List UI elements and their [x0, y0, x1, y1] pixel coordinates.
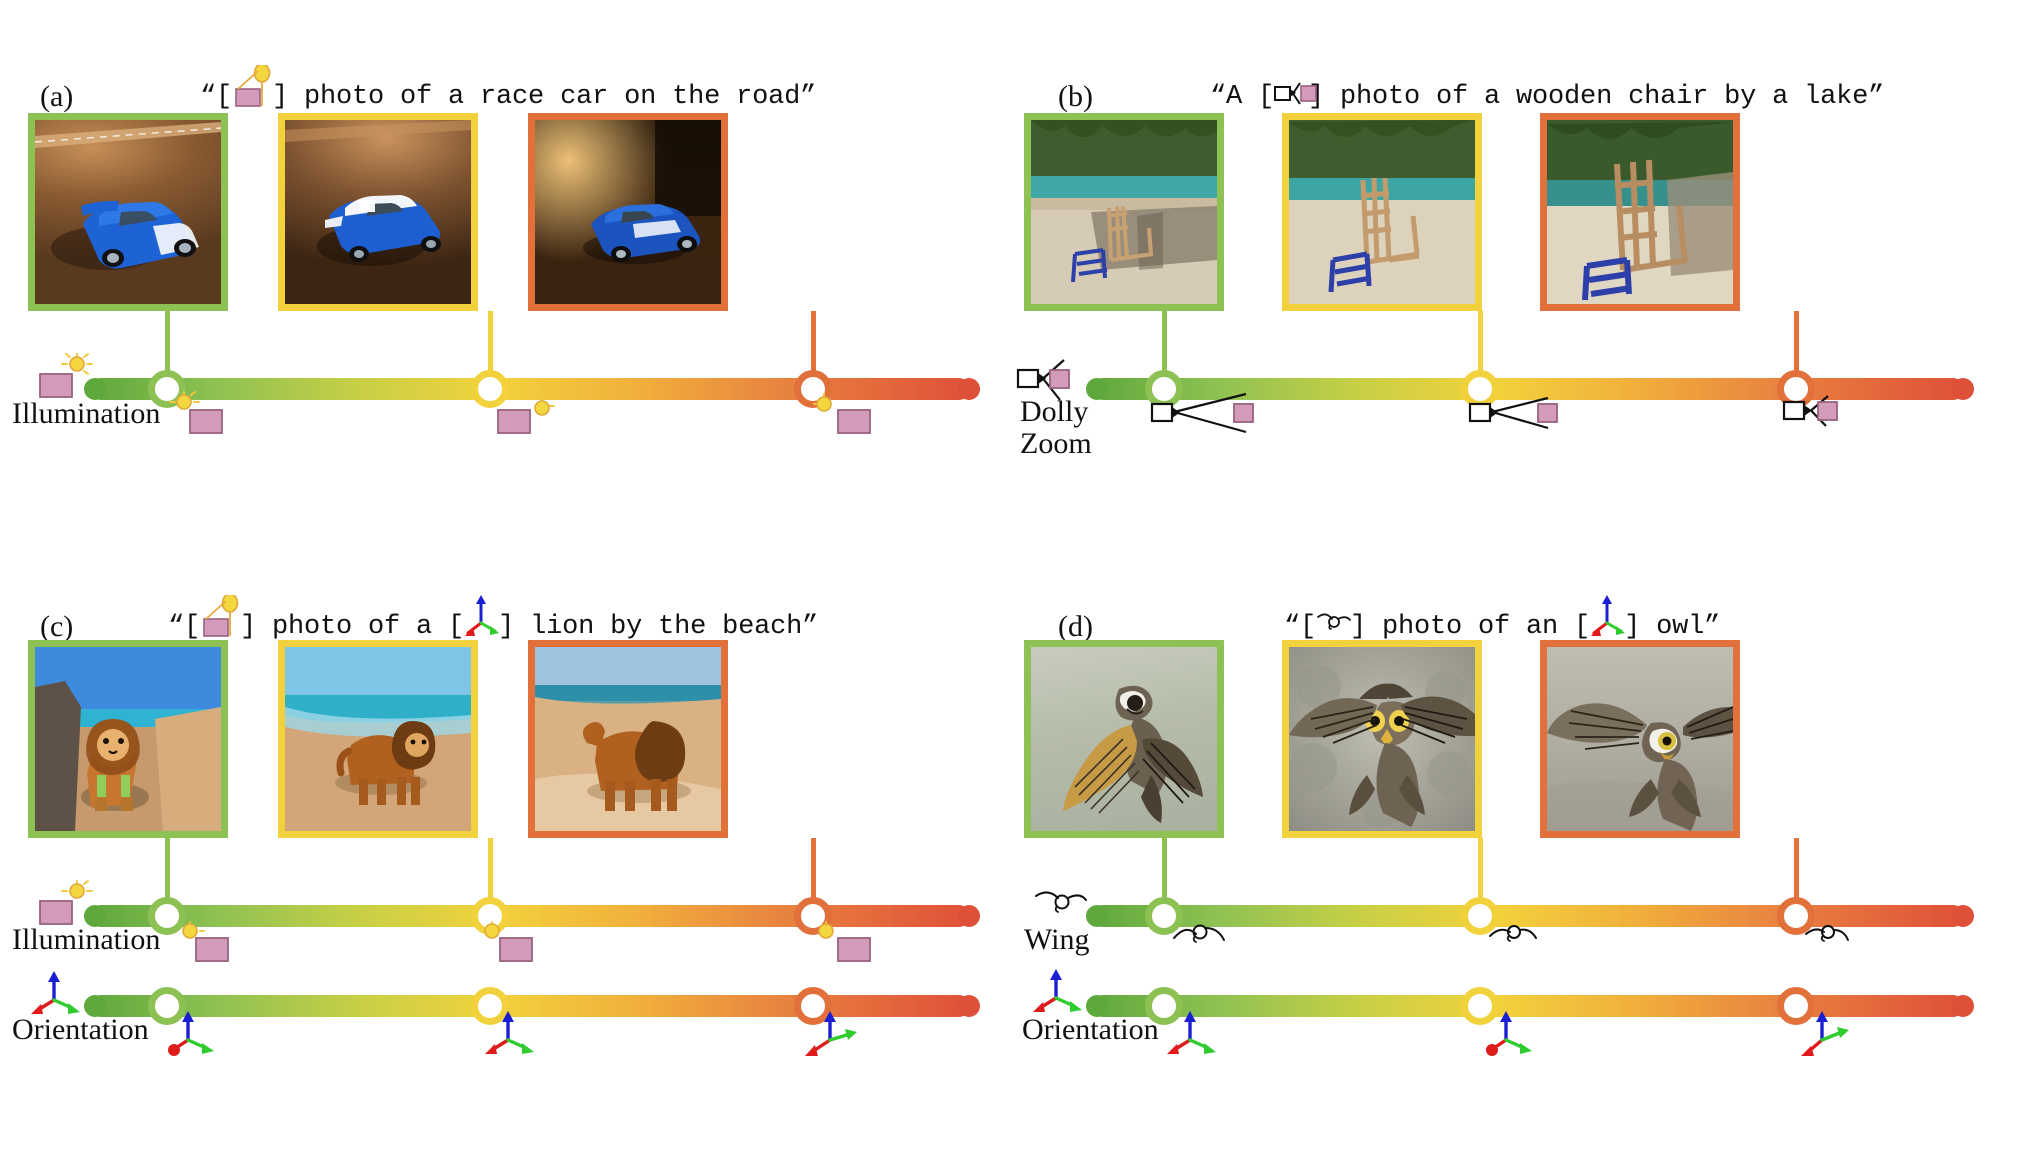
panel-d-image-2	[1282, 640, 1482, 838]
camera-frustum-icon-node2	[1468, 392, 1578, 438]
sun-plane-icon-node2	[478, 920, 540, 968]
panel-a-image-1	[28, 113, 228, 311]
sun-plane-icon-node3	[812, 920, 882, 968]
xyz-axes-icon-node3	[800, 1008, 862, 1060]
caption-text-before: “A [	[1210, 82, 1275, 112]
caption-text-mid: ] photo of a [	[240, 612, 465, 642]
caption-text-mid: ] photo of an [	[1350, 612, 1591, 642]
panel-b-image-2	[1282, 113, 1482, 311]
figure-root: (a) “[ ] photo of a race car on the road…	[0, 0, 2026, 1154]
panel-b-letter: (b)	[1058, 80, 1093, 113]
xyz-axes-icon-left	[1026, 966, 1088, 1018]
panel-c: (c) “[ ] photo of a [ ] lion by the beac…	[0, 568, 1010, 1154]
illumination-token-icon	[200, 594, 240, 639]
panel-a: (a) “[ ] photo of a race car on the road…	[0, 0, 1010, 450]
illumination-token-icon	[232, 64, 272, 109]
panel-c-orient-end-dot	[958, 995, 980, 1017]
wing-flap-icon-node3	[1804, 920, 1860, 952]
wing-flap-icon-node1	[1172, 920, 1232, 954]
camera-frustum-icon-node1	[1150, 392, 1280, 438]
panel-b-image-3	[1540, 113, 1740, 311]
panel-c-image-3	[528, 640, 728, 838]
panel-a-caption: “[ ] photo of a race car on the road”	[200, 64, 817, 112]
panel-b-axis-end-dot	[1952, 378, 1974, 400]
sun-plane-icon-node1	[176, 920, 238, 968]
xyz-axes-icon-node1	[1160, 1008, 1222, 1060]
caption-text-after: ] photo of a wooden chair by a lake”	[1308, 82, 1885, 112]
panel-d-wing-label: Wing	[1024, 923, 1090, 956]
orientation-token-icon	[464, 594, 500, 639]
dolly-zoom-token-icon	[1274, 82, 1317, 109]
panel-d-orient-end-dot	[1952, 995, 1974, 1017]
panel-b-caption: “A [ ] photo of a wooden chair by a lake…	[1210, 82, 1884, 112]
panel-d-caption: “[ ] photo of an [ ] owl”	[1284, 594, 1721, 642]
panel-c-orientation-label: Orientation	[12, 1013, 149, 1046]
wing-flap-icon-node2	[1488, 920, 1544, 952]
panel-b: (b) “A [ ] photo of a wooden chair by a …	[1010, 0, 2026, 460]
panel-a-image-2	[278, 113, 478, 311]
caption-text-before: “[	[200, 82, 233, 112]
caption-text-before: “[	[168, 612, 201, 642]
panel-b-axis-label-line2: Zoom	[1020, 426, 1092, 460]
wing-token-icon	[1316, 613, 1351, 639]
panel-a-image-3	[528, 113, 728, 311]
panel-d-image-1	[1024, 640, 1224, 838]
sun-plane-icon-node3	[810, 392, 880, 440]
panel-d-image-3	[1540, 640, 1740, 838]
sun-plane-icon-node1	[169, 390, 232, 438]
panel-d-wing-end-dot	[1952, 905, 1974, 927]
xyz-axes-icon-node1	[162, 1010, 224, 1060]
caption-text-before: “[	[1284, 612, 1317, 642]
panel-d: (d) “[ ] photo of an [ ] owl” Wing Orien…	[1010, 568, 2026, 1154]
panel-c-illum-end-dot	[958, 905, 980, 927]
caption-text-after: ] photo of a race car on the road”	[272, 82, 817, 112]
orientation-token-icon	[1590, 594, 1626, 639]
panel-c-letter: (c)	[40, 610, 74, 643]
panel-c-illumination-label: Illumination	[12, 923, 161, 956]
wing-flap-icon-left	[1034, 886, 1094, 920]
caption-text-after: ] owl”	[1624, 612, 1721, 642]
panel-a-axis-label: Illumination	[12, 397, 161, 430]
panel-b-image-1	[1024, 113, 1224, 311]
caption-text-after: ] lion by the beach”	[498, 612, 819, 642]
panel-a-axis-end-dot	[958, 378, 980, 400]
panel-c-image-1	[28, 640, 228, 838]
panel-a-letter: (a)	[40, 80, 74, 113]
panel-c-caption: “[ ] photo of a [ ] lion by the beach”	[168, 594, 819, 642]
panel-b-axis-label: Dolly Zoom	[1020, 396, 1092, 459]
panel-d-orientation-label: Orientation	[1022, 1013, 1159, 1046]
xyz-axes-icon-node2	[1476, 1010, 1538, 1060]
camera-frustum-icon-node3	[1782, 390, 1872, 436]
panel-b-axis-label-line1: Dolly	[1020, 395, 1089, 428]
panel-c-image-2	[278, 640, 478, 838]
xyz-axes-icon-node3	[1792, 1008, 1854, 1060]
panel-d-letter: (d)	[1058, 610, 1093, 643]
xyz-axes-icon-node2	[478, 1008, 540, 1060]
sun-plane-icon-node2	[494, 392, 556, 440]
